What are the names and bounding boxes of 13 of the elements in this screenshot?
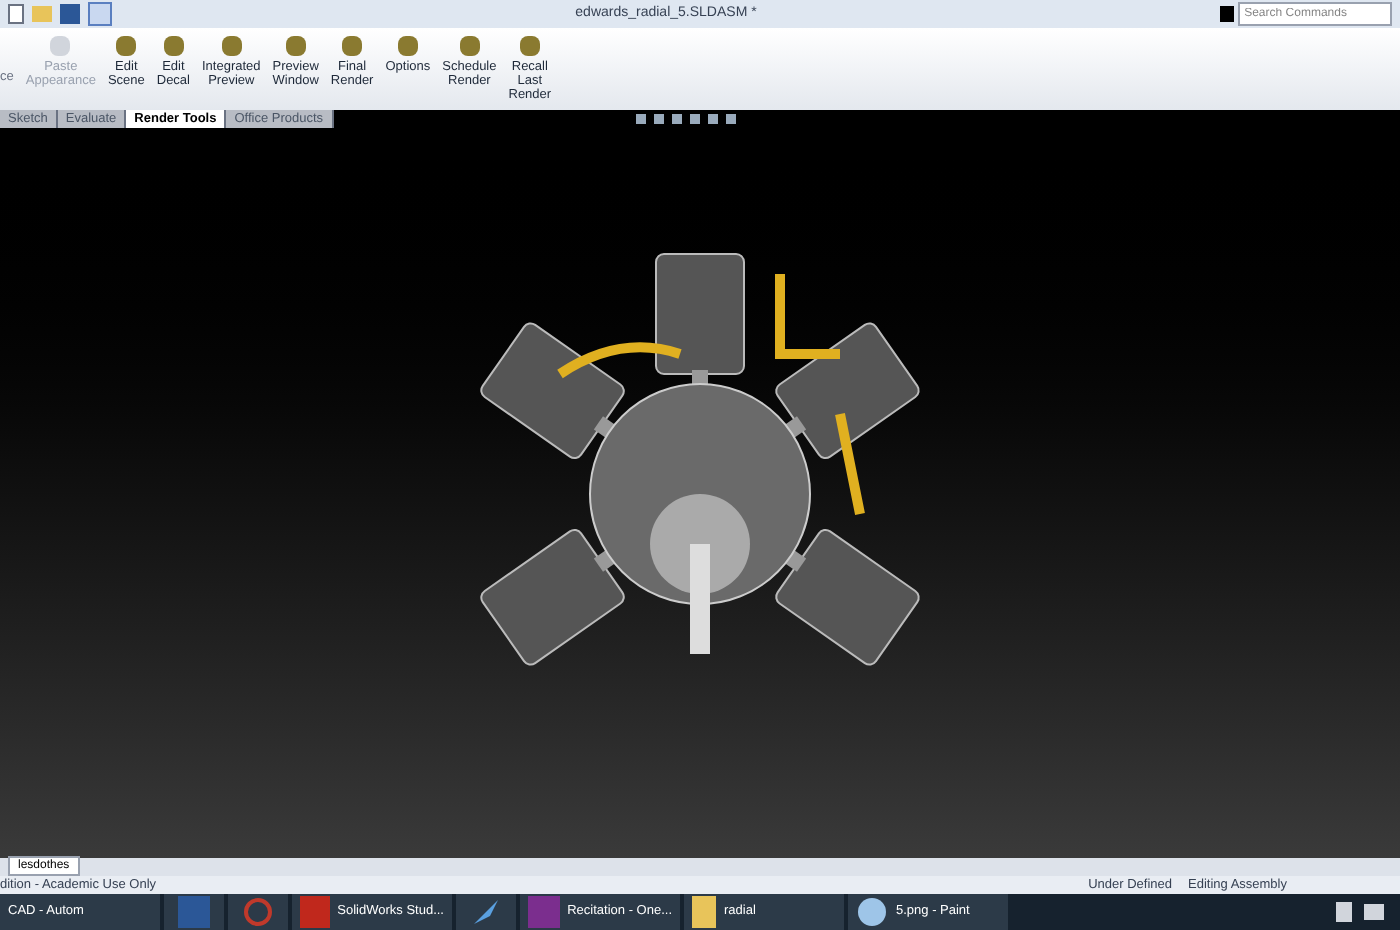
taskbar-button[interactable] xyxy=(228,894,288,930)
search-icon xyxy=(1220,6,1235,22)
tool-icon xyxy=(285,36,306,56)
tool-icon xyxy=(519,36,540,56)
tool-icon xyxy=(163,36,184,56)
select-icon[interactable] xyxy=(88,2,112,26)
taskbar-button[interactable] xyxy=(456,894,516,930)
tool-icon xyxy=(116,36,137,56)
tool-icon xyxy=(50,36,71,56)
tool-icon xyxy=(342,36,363,56)
tool-icon xyxy=(459,36,480,56)
tool-icon xyxy=(221,36,242,56)
tool-icon xyxy=(397,36,418,56)
